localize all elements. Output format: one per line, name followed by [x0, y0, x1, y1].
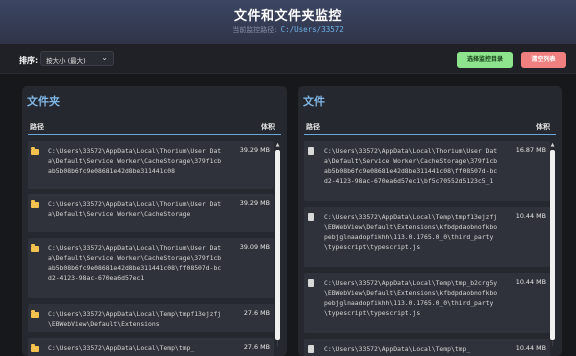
folder-icon [31, 200, 39, 208]
file-icon [307, 279, 315, 287]
folder-size: 39.29 MB [239, 146, 270, 154]
file-row[interactable]: C:\Users\33572\AppData\Local\Temp\tmpf13… [304, 207, 550, 267]
files-path-column[interactable]: 路径 [306, 122, 320, 132]
folder-row[interactable]: C:\Users\33572\AppData\Local\Temp\tmpf13… [28, 304, 274, 332]
folders-column-header: 路径 体积 [28, 121, 281, 135]
folder-size: 39.09 MB [239, 243, 270, 251]
toolbar: 排序: 按大小 (最大) ⌄ 选择监控目录 清空列表 [0, 44, 576, 74]
folder-row[interactable]: C:\Users\33572\AppData\Local\Thorium\Use… [28, 238, 274, 298]
folder-row[interactable]: C:\Users\33572\AppData\Local\Thorium\Use… [28, 194, 274, 232]
app-header: 文件和文件夹监控 当前监控路径: C:/Users/33572 [0, 0, 576, 44]
current-path-line: 当前监控路径: C:/Users/33572 [0, 25, 576, 35]
clear-list-button[interactable]: 清空列表 [521, 52, 566, 68]
scroll-up-icon[interactable]: ▲ [275, 142, 280, 148]
file-row[interactable]: C:\Users\33572\AppData\Local\Temp\tmp_ 1… [304, 339, 550, 356]
file-path: C:\Users\33572\AppData\Local\Thorium\Use… [324, 147, 498, 185]
folders-panel: 文件夹 路径 体积 C:\Users\33572\AppData\Local\T… [22, 86, 287, 356]
sort-select[interactable]: 按大小 (最大) ⌄ [40, 51, 114, 66]
app-title: 文件和文件夹监控 [233, 9, 342, 24]
folder-icon [31, 147, 39, 155]
folder-path: C:\Users\33572\AppData\Local\Thorium\Use… [48, 200, 222, 218]
folders-path-column[interactable]: 路径 [30, 122, 44, 132]
file-path: C:\Users\33572\AppData\Local\Temp\tmp_b2… [324, 279, 498, 317]
folder-path: C:\Users\33572\AppData\Local\Thorium\Use… [48, 244, 222, 282]
scrollbar-thumb[interactable] [550, 150, 555, 340]
folder-path: C:\Users\33572\AppData\Local\Thorium\Use… [48, 147, 222, 175]
chevron-down-icon: ⌄ [101, 53, 108, 62]
file-size: 10.44 MB [515, 344, 546, 352]
files-scrollbar[interactable]: ▲ [550, 142, 555, 354]
file-icon [307, 213, 315, 221]
files-panel: 文件 路径 体积 C:\Users\33572\AppData\Local\Th… [298, 86, 562, 356]
file-size: 10.44 MB [515, 278, 546, 286]
sort-select-value: 按大小 (最大) [46, 57, 86, 65]
current-path-label: 当前监控路径: [232, 26, 277, 34]
file-size: 16.87 MB [515, 146, 546, 154]
select-directory-button[interactable]: 选择监控目录 [457, 52, 513, 68]
file-path: C:\Users\33572\AppData\Local\Temp\tmpf13… [324, 213, 498, 251]
folders-panel-title: 文件夹 [27, 95, 60, 108]
folder-icon [31, 310, 39, 318]
folder-row[interactable]: C:\Users\33572\AppData\Local\Thorium\Use… [28, 141, 274, 189]
files-panel-title: 文件 [303, 95, 325, 108]
file-path: C:\Users\33572\AppData\Local\Temp\tmp_ [324, 345, 471, 353]
folder-icon [31, 244, 39, 252]
current-path-value: C:/Users/33572 [280, 25, 344, 34]
folder-size: 27.6 MB [243, 343, 270, 351]
sort-label: 排序: [19, 56, 39, 65]
file-size: 10.44 MB [515, 212, 546, 220]
files-size-column[interactable]: 体积 [536, 122, 550, 132]
folder-path: C:\Users\33572\AppData\Local\Temp\tmp_ [48, 344, 195, 352]
folders-list: C:\Users\33572\AppData\Local\Thorium\Use… [28, 141, 274, 356]
folders-scrollbar[interactable]: ▲ [275, 142, 280, 354]
file-row[interactable]: C:\Users\33572\AppData\Local\Thorium\Use… [304, 141, 550, 201]
folder-size: 39.29 MB [239, 199, 270, 207]
folder-row[interactable]: C:\Users\33572\AppData\Local\Temp\tmp_ 2… [28, 338, 274, 356]
file-icon [307, 345, 315, 353]
scrollbar-thumb[interactable] [275, 150, 280, 340]
folder-icon [31, 344, 39, 352]
folder-size: 27.6 MB [243, 309, 270, 317]
files-column-header: 路径 体积 [304, 121, 556, 135]
file-icon [307, 147, 315, 155]
folders-size-column[interactable]: 体积 [261, 122, 275, 132]
scroll-up-icon[interactable]: ▲ [550, 142, 555, 148]
files-list: C:\Users\33572\AppData\Local\Thorium\Use… [304, 141, 550, 356]
folder-path: C:\Users\33572\AppData\Local\Temp\tmpf13… [48, 310, 222, 328]
file-row[interactable]: C:\Users\33572\AppData\Local\Temp\tmp_b2… [304, 273, 550, 333]
